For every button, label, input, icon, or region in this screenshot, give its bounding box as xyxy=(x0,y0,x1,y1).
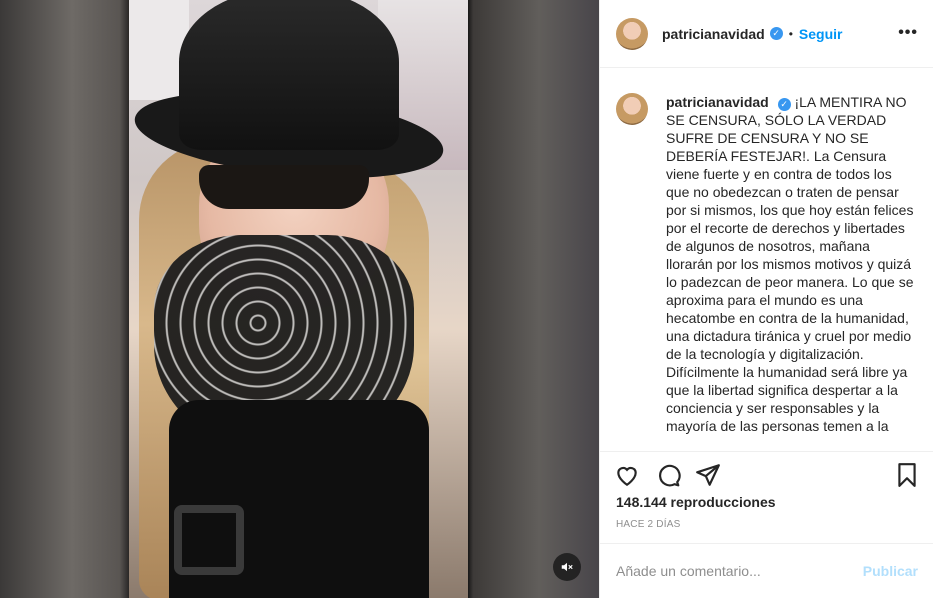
caption-username-link[interactable]: patricianavidad xyxy=(666,94,769,110)
caption-body: ¡LA MENTIRA NO SE CENSURA, SÓLO LA VERDA… xyxy=(666,94,914,434)
heart-icon[interactable] xyxy=(614,462,640,488)
speaker-muted-icon xyxy=(561,562,573,572)
post-timestamp[interactable]: HACE 2 DÍAS xyxy=(616,519,680,530)
mute-button[interactable] xyxy=(553,553,581,581)
comment-form: Publicar xyxy=(600,543,933,598)
comment-icon[interactable] xyxy=(655,462,681,488)
action-bar xyxy=(600,451,933,499)
caption-avatar[interactable] xyxy=(616,93,648,125)
hat-crown xyxy=(179,0,399,150)
separator-dot: • xyxy=(788,26,793,41)
sunglasses xyxy=(199,165,369,209)
caption-text: patricianavidad ✓ ¡LA MENTIRA NO SE CENS… xyxy=(666,93,916,451)
verified-badge-icon: ✓ xyxy=(769,27,783,40)
video-frame[interactable] xyxy=(129,0,468,598)
bookmark-icon[interactable] xyxy=(894,462,920,488)
paper-plane-icon[interactable] xyxy=(695,462,721,488)
follow-button[interactable]: Seguir xyxy=(799,26,843,42)
view-count[interactable]: 148.144 reproducciones xyxy=(616,494,776,510)
post-sidebar: patricianavidad ✓ • Seguir ••• patrician… xyxy=(599,0,933,598)
username-link[interactable]: patricianavidad xyxy=(662,26,765,42)
caption-section: patricianavidad ✓ ¡LA MENTIRA NO SE CENS… xyxy=(600,69,933,451)
verified-badge-icon: ✓ xyxy=(777,97,791,111)
post-comment-button[interactable]: Publicar xyxy=(863,563,918,579)
avatar[interactable] xyxy=(616,17,648,50)
comment-input[interactable] xyxy=(616,563,863,579)
post-media[interactable] xyxy=(0,0,599,598)
bag-strap xyxy=(174,505,244,575)
post-header: patricianavidad ✓ • Seguir ••• xyxy=(600,0,933,68)
more-options-button[interactable]: ••• xyxy=(898,24,918,42)
